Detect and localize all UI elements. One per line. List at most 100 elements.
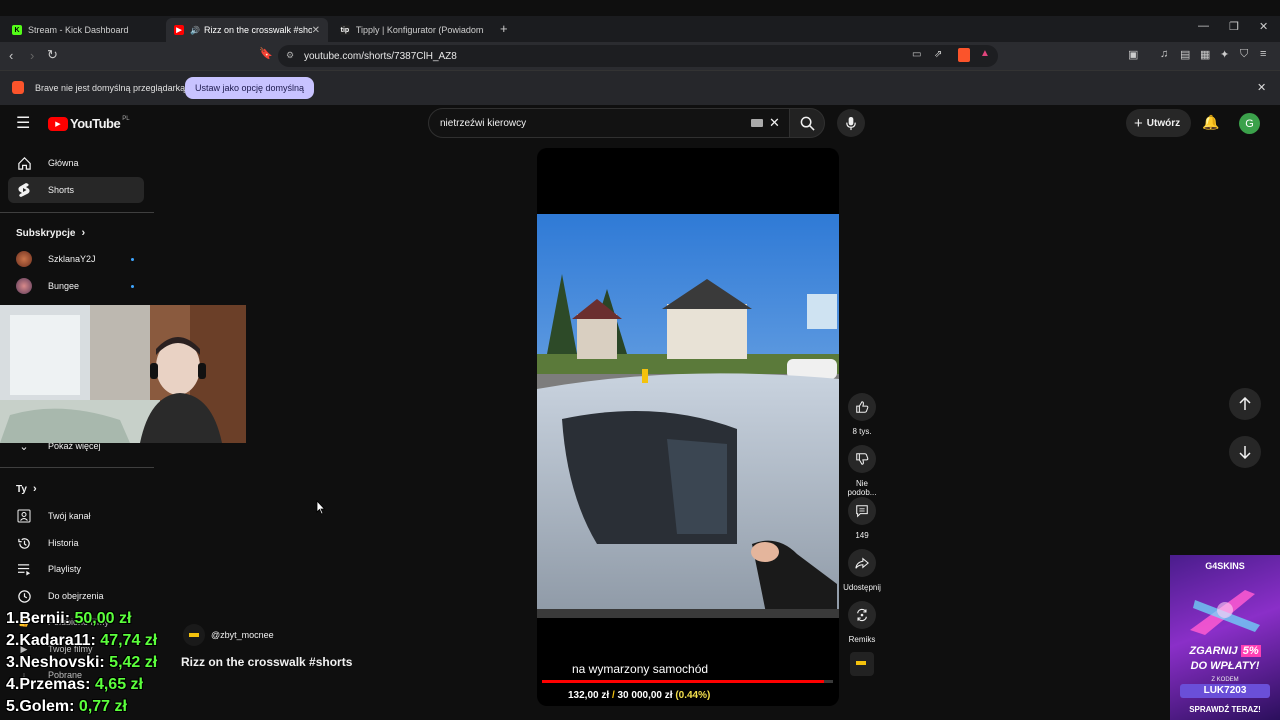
sidebar-item-history[interactable]: Historia [8,530,144,556]
reader-icon[interactable]: ▤ [1180,48,1190,61]
minimize-icon[interactable]: — [1198,20,1209,32]
sponsor-ad-banner: G4SKINS ZGARNIJ 5% DO WPŁATY! Z KODEM LU… [1170,555,1280,720]
mouse-cursor-icon [316,500,326,515]
menu-icon[interactable]: ≡ [1260,48,1266,60]
ad-code-label: Z KODEM [1211,677,1239,683]
cast-icon[interactable]: ▭ [912,49,921,60]
region-code: PL [122,115,130,122]
keyboard-icon[interactable] [751,119,763,127]
you-header[interactable]: Ty › [16,483,37,495]
video-progress-bar[interactable] [542,680,833,683]
donation-entry: 5.Golem: 0,77 zł [6,696,157,718]
sidebar-item-label: Twój kanał [48,511,91,521]
donation-entry: 3.Neshovski: 5,42 zł [6,652,157,674]
bookmark-icon[interactable]: 🔖 [259,47,273,60]
sidebar-item-shorts[interactable]: Shorts [8,177,144,203]
donation-amount: 5,42 zł [109,654,158,671]
voice-search-button[interactable] [837,109,865,137]
set-default-button[interactable]: Ustaw jako opcję domyślną [185,77,315,99]
sidebar-divider [0,467,154,468]
donor-name: Bernii: [19,610,71,627]
chevron-right-icon: › [81,227,86,239]
brave-rewards-icon[interactable]: ▲ [980,48,990,59]
ad-bonus: 5% [1240,645,1261,657]
tab-title: Rizz on the crosswalk #shorts [203,25,312,35]
account-avatar[interactable]: G [1239,113,1260,134]
donation-entry: 1.Bernii: 50,00 zł [6,608,157,630]
home-icon [16,155,32,171]
clear-search-icon[interactable]: ✕ [769,115,780,131]
ad-line1: ZGARNIJ [1189,645,1238,657]
search-query: nietrzeźwi kierowcy [440,118,527,129]
donation-amount: 4,65 zł [94,676,143,693]
close-tab-icon[interactable]: ✕ [312,25,320,36]
share-button[interactable]: Udostępnij [843,549,881,592]
new-tab-plus-icon[interactable]: + [500,21,508,36]
subscriptions-header[interactable]: Subskrypcje › [16,227,85,239]
hamburger-menu-icon[interactable]: ☰ [16,113,30,133]
back-icon[interactable]: ‹ [9,48,13,63]
donation-goal: 132,00 zł / 30 000,00 zł (0.44%) [568,690,710,701]
reload-icon[interactable]: ↻ [47,47,58,63]
progress-fill [542,680,825,683]
sidebar-item-watch-later[interactable]: Do obejrzenia [8,583,144,609]
create-button[interactable]: + Utwórz [1126,109,1192,137]
donation-rank: 2. [6,632,20,649]
donor-name: Neshovski: [19,654,105,671]
tab-tipply[interactable]: tip Tipply | Konfigurator (Powiadomienia… [332,18,492,42]
shorts-icon [16,182,32,198]
you-title: Ty [16,483,27,495]
sidebar-item-your-channel[interactable]: Twój kanał [8,503,144,529]
brave-lion-icon [12,81,24,94]
channel-handle[interactable]: @zbyt_mocnee [211,630,274,640]
remix-button[interactable]: Remiks [843,601,881,644]
donor-name: Kadara11: [19,632,96,649]
donation-rank: 3. [6,654,20,671]
tab-youtube-short[interactable]: ▶ 🔊 Rizz on the crosswalk #shorts ✕ [166,18,328,42]
donation-rank: 4. [6,676,20,693]
share-icon[interactable]: ⇗ [934,49,942,60]
leo-ai-icon[interactable]: ✦ [1220,48,1229,61]
top-donations-list: 1.Bernii: 50,00 zł 2.Kadara11: 47,74 zł … [6,608,157,718]
sound-thumbnail[interactable] [850,652,874,676]
wallet-icon[interactable]: ▦ [1200,48,1210,61]
channel-avatar[interactable] [183,624,205,646]
comments-button[interactable]: 149 [843,497,881,540]
forward-icon[interactable]: › [30,48,34,63]
close-window-icon[interactable]: ✕ [1259,20,1268,33]
comments-count: 149 [855,531,869,540]
goal-current: 132,00 zł [568,690,610,701]
youtube-play-icon: ▶ [48,116,68,131]
donor-name: Golem: [19,698,75,715]
sidebar-item-playlists[interactable]: Playlisty [8,556,144,582]
previous-short-button[interactable] [1229,388,1261,420]
search-input[interactable]: nietrzeźwi kierowcy ✕ [428,108,790,138]
video-frame [537,214,839,618]
search-button[interactable] [789,108,825,138]
ad-line2: DO WPŁATY! [1190,660,1260,672]
music-icon[interactable]: ♫ [1160,48,1168,60]
restore-icon[interactable]: ❐ [1229,20,1239,33]
sidebar-subscription-bungee[interactable]: Bungee [8,273,144,299]
site-settings-icon[interactable]: ⚙ [286,50,294,61]
sidebar-toggle-icon[interactable]: ▣ [1128,48,1138,61]
close-infobar-icon[interactable]: ✕ [1257,81,1266,94]
brave-shields-icon[interactable] [958,48,970,62]
address-bar[interactable]: ⚙ youtube.com/shorts/7387ClH_AZ8 ▭ ⇗ ▲ [278,45,998,67]
donation-entry: 2.Kadara11: 47,74 zł [6,630,157,652]
sidebar-item-label: Do obejrzenia [48,591,104,601]
goal-percent: (0.44%) [675,690,711,701]
dislike-button[interactable]: Nie podob... [843,445,881,497]
tab-kick-dashboard[interactable]: K Stream - Kick Dashboard [4,18,164,42]
next-short-button[interactable] [1229,436,1261,468]
vpn-icon[interactable]: ⛉ [1240,48,1248,61]
like-button[interactable]: 8 tys. [843,393,881,436]
sidebar-subscription-szklanay2j[interactable]: SzklanaY2J [8,246,144,272]
dislike-label: Nie podob... [847,479,877,497]
sidebar-item-home[interactable]: Główna [8,150,144,176]
notifications-bell-icon[interactable]: 🔔 [1202,114,1219,131]
youtube-logo[interactable]: ▶ YouTube PL [48,116,130,131]
shorts-player[interactable]: na wymarzony samochód [537,148,839,706]
ad-cta: SPRAWDŹ TERAZ! [1189,705,1261,714]
donation-rank: 1. [6,610,20,627]
